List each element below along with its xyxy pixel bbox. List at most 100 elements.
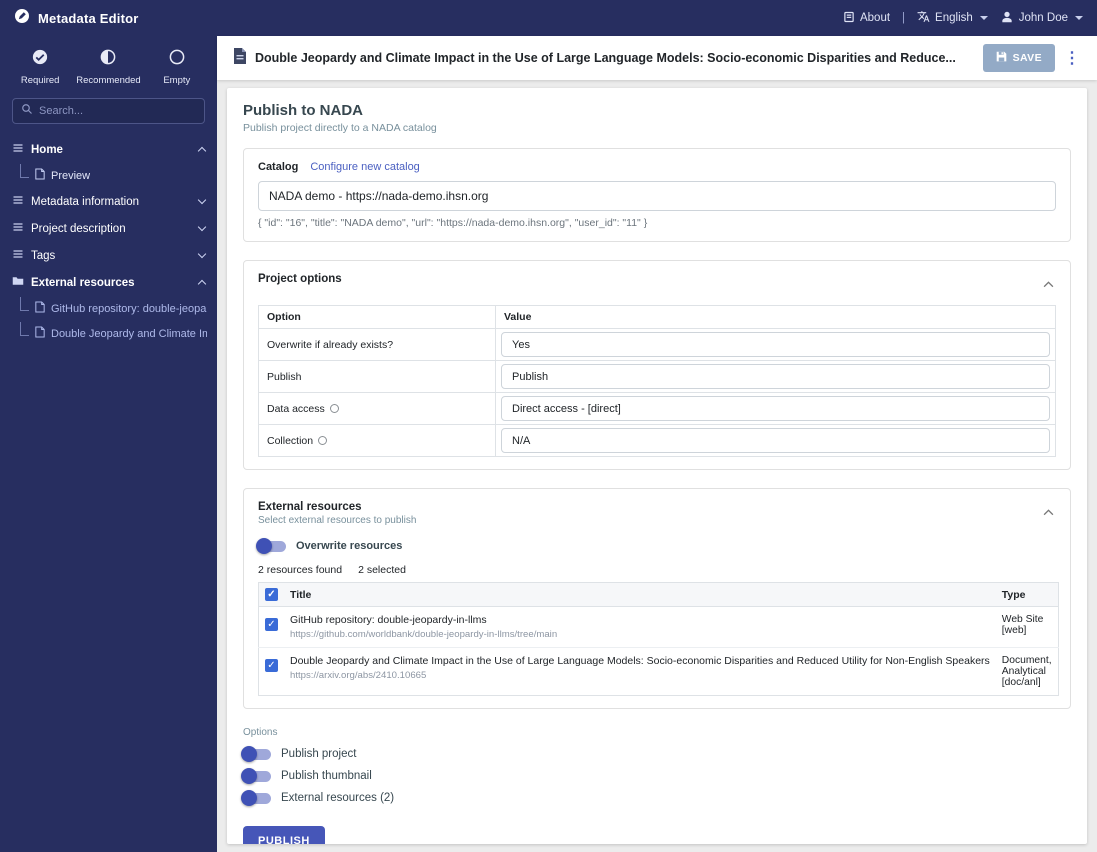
configure-catalog-link[interactable]: Configure new catalog [310,161,419,173]
resources-table: Title Type GitHub repository: double-jeo… [258,582,1059,696]
save-icon [996,51,1007,65]
chevron-up-icon [197,146,207,156]
tree-connector [20,321,29,336]
list-icon [12,194,24,209]
page-title: Publish to NADA [243,102,363,119]
sidebar-nav: Home Preview Metadata information Projec… [0,136,217,346]
sidebar-item-resource-github[interactable]: GitHub repository: double-jeopardy-i [0,296,217,321]
legend-empty: Empty [143,48,211,86]
app-brand[interactable]: Metadata Editor [14,8,139,29]
empty-circle-icon [168,48,186,71]
publish-card: Publish to NADA Publish project directly… [227,88,1087,844]
app-window: Metadata Editor About | English John Doe… [0,0,1097,852]
sidebar-item-label: Double Jeopardy and Climate Impac [51,327,207,340]
resource-url[interactable]: https://github.com/worldbank/double-jeop… [290,629,990,640]
sidebar-item-label: GitHub repository: double-jeopardy-i [51,302,207,315]
sidebar-item-preview[interactable]: Preview [0,163,217,188]
publish-thumbnail-toggle[interactable]: Publish thumbnail [241,767,1071,784]
toggle-switch[interactable] [241,767,271,784]
publish-button[interactable]: PUBLISH [243,826,325,844]
file-icon [35,326,45,341]
chevron-down-icon [197,222,207,232]
toggle-label: External resources (2) [281,792,395,804]
kebab-menu-icon[interactable]: ⋮ [1063,48,1081,68]
toggle-switch[interactable] [241,745,271,762]
sidebar-item-label: Metadata information [31,195,140,208]
help-icon [329,404,339,413]
topbar: Metadata Editor About | English John Doe [0,0,1097,36]
project-options-section: Project options Option Value Overwrite i… [243,260,1071,470]
option-value-select[interactable] [501,396,1050,421]
option-label: Overwrite if already exists? [267,338,394,351]
topbar-separator: | [902,12,906,24]
resource-checkbox[interactable] [265,659,278,672]
toggle-thumb [241,745,257,762]
external-resources-section: External resources Select external resou… [243,488,1071,709]
collapse-chevron-icon[interactable] [1041,501,1056,523]
half-circle-icon [99,48,117,71]
column-header-option: Option [258,305,496,329]
publish-project-toggle[interactable]: Publish project [241,745,1071,762]
sidebar-item-tags[interactable]: Tags [0,242,217,269]
option-value-select[interactable] [501,364,1050,389]
catalog-label: Catalog [258,161,299,173]
option-value-select[interactable] [501,428,1050,453]
section-title: External resources [258,501,362,513]
sidebar-item-project-description[interactable]: Project description [0,215,217,242]
sidebar-item-label: Project description [31,222,126,235]
select-all-checkbox[interactable] [265,588,278,601]
section-subtitle: Select external resources to publish [258,515,417,526]
chevron-down-icon [197,195,207,205]
sidebar-item-home[interactable]: Home [0,136,217,163]
toggle-switch[interactable] [241,789,271,806]
save-button[interactable]: SAVE [982,44,1055,72]
about-link[interactable]: About [843,11,890,26]
sidebar-item-external-resources[interactable]: External resources [0,269,217,296]
translate-icon [917,10,930,26]
search-input[interactable] [39,105,196,117]
toggle-switch[interactable] [256,537,286,554]
page-subtitle: Publish project directly to a NADA catal… [243,122,437,134]
overwrite-resources-toggle[interactable]: Overwrite resources [256,537,1056,554]
table-header-row: Title Type [258,582,1059,607]
save-button-label: SAVE [1012,52,1042,64]
search-icon [21,102,33,120]
legend-label: Required [20,75,60,86]
option-value-select[interactable] [501,332,1050,357]
document-icon [233,47,247,69]
catalog-select[interactable] [258,181,1056,211]
option-label: Publish [267,370,302,383]
user-menu[interactable]: John Doe [1000,10,1083,27]
check-circle-icon [31,48,49,71]
collapse-chevron-icon[interactable] [1041,273,1056,295]
external-resources-toggle[interactable]: External resources (2) [241,789,1071,806]
resource-type: Document, Analytical [doc/anl] [995,647,1059,696]
toggle-thumb [241,767,257,784]
resource-row: GitHub repository: double-jeopardy-in-ll… [258,606,1059,648]
sidebar-item-resource-paper[interactable]: Double Jeopardy and Climate Impac [0,321,217,346]
resource-url[interactable]: https://arxiv.org/abs/2410.10665 [290,670,990,681]
chevron-down-icon [197,249,207,259]
file-icon [35,168,45,183]
toggle-thumb [256,537,272,554]
file-icon [35,301,45,316]
sidebar-item-label: External resources [31,276,135,289]
folder-icon [12,275,24,290]
language-menu[interactable]: English [917,10,988,26]
selected-count-text: 2 selected [358,564,406,576]
resource-title: Double Jeopardy and Climate Impact in th… [290,655,990,667]
about-label: About [859,12,891,24]
chevron-down-icon [1075,16,1083,20]
toggle-label: Publish thumbnail [281,770,372,782]
about-icon [843,11,855,26]
search-box [12,98,205,124]
chevron-down-icon [979,16,988,20]
status-legend: Required Recommended Empty [6,48,211,86]
table-header-row: Option Value [258,305,1056,329]
resource-checkbox[interactable] [265,618,278,631]
table-row: Overwrite if already exists? [258,328,1056,361]
sidebar-item-label: Preview [51,169,91,182]
sidebar-item-metadata-information[interactable]: Metadata information [0,188,217,215]
sidebar-item-label: Home [31,143,63,156]
column-header-type: Type [995,582,1059,607]
